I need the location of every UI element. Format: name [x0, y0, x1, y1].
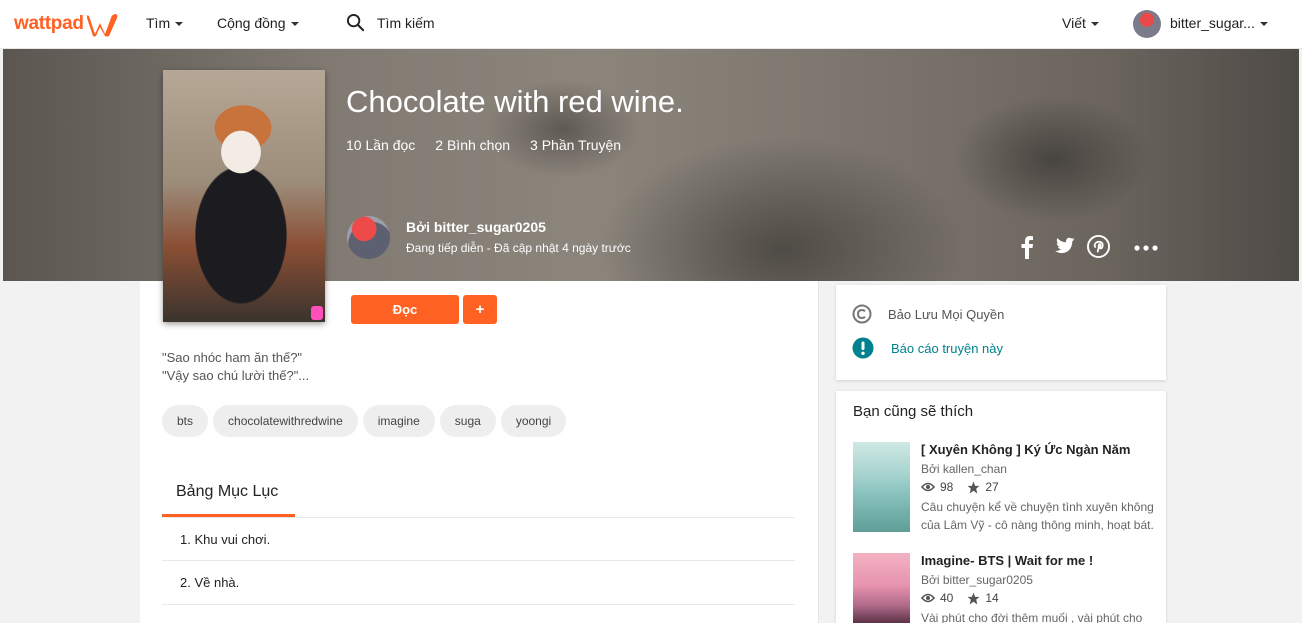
recommendation-stats: 40 14	[921, 591, 999, 605]
active-tab-indicator	[162, 514, 295, 517]
community-menu[interactable]: Cộng đồng	[217, 15, 299, 31]
twitter-icon[interactable]	[1051, 237, 1075, 257]
recommendation-title[interactable]: [ Xuyên Không ] Ký Ức Ngàn Năm	[921, 442, 1130, 457]
pinterest-icon[interactable]	[1087, 235, 1110, 258]
recommendation-title[interactable]: Imagine- BTS | Wait for me !	[921, 553, 1093, 568]
chevron-down-icon	[290, 22, 299, 26]
author-name[interactable]: Bởi bitter_sugar0205	[406, 219, 546, 235]
divider	[162, 517, 795, 518]
description-line: "Sao nhóc ham ăn thế?"	[162, 350, 303, 365]
story-title: Chocolate with red wine.	[346, 84, 684, 119]
parts-count: 3 Phần Truyện	[530, 137, 622, 153]
cover-badge	[311, 306, 323, 320]
tag-yoongi[interactable]: yoongi	[500, 405, 567, 437]
recommendation-author[interactable]: Bởi kallen_chan	[921, 462, 1007, 476]
votes-count: 2 Bình chọn	[435, 137, 511, 153]
logo-text: wattpad	[14, 13, 84, 34]
search-bar[interactable]: Tìm kiếm	[346, 13, 435, 32]
recommendation-cover[interactable]	[853, 553, 910, 623]
more-options-icon[interactable]	[1134, 245, 1158, 251]
story-description: "Sao nhóc ham ăn thế?" "Vậy sao chú lười…	[162, 349, 309, 385]
read-button[interactable]: Đọc	[351, 295, 459, 324]
chevron-down-icon	[1090, 22, 1099, 26]
write-menu[interactable]: Viết	[1062, 15, 1099, 31]
divider	[162, 604, 795, 605]
chevron-down-icon	[1259, 22, 1268, 26]
alert-icon	[852, 337, 874, 359]
recommendation-author[interactable]: Bởi bitter_sugar0205	[921, 573, 1033, 587]
tag-suga[interactable]: suga	[439, 405, 496, 437]
tag-bts[interactable]: bts	[162, 405, 209, 437]
wattpad-w-icon	[86, 14, 118, 37]
search-input[interactable]: Tìm kiếm	[377, 15, 435, 31]
votes-count: 14	[985, 591, 999, 605]
story-details-card	[140, 281, 818, 623]
tag-list: bts chocolatewithredwine imagine suga yo…	[162, 405, 567, 437]
user-avatar[interactable]	[1133, 10, 1161, 38]
wattpad-logo[interactable]: wattpad	[14, 10, 120, 38]
copyright-notice: Bảo Lưu Mọi Quyền	[852, 304, 1004, 324]
top-navbar: wattpad Tìm Cộng đồng Tìm kiếm Viết bitt…	[0, 0, 1302, 49]
description-line: "Vậy sao chú lười thế?"...	[162, 368, 310, 383]
star-icon	[967, 592, 980, 604]
discover-menu[interactable]: Tìm	[146, 15, 184, 31]
recommendation-description: Vài phút cho đời thêm muối , vài phút ch…	[921, 611, 1143, 623]
discover-label: Tìm	[146, 15, 171, 31]
community-label: Cộng đồng	[217, 15, 286, 31]
votes-count: 27	[985, 480, 999, 494]
search-icon	[346, 13, 365, 32]
copyright-label: Bảo Lưu Mọi Quyền	[888, 306, 1005, 322]
chapter-item[interactable]: 1. Khu vui chơi.	[180, 532, 270, 547]
chapter-item[interactable]: 2. Về nhà.	[180, 575, 239, 590]
write-label: Viết	[1062, 15, 1086, 31]
column-divider	[818, 281, 819, 623]
report-story-link[interactable]: Báo cáo truyện này	[852, 337, 1003, 359]
username-label: bitter_sugar...	[1170, 15, 1255, 31]
story-cover-image	[163, 70, 325, 322]
recommendation-stats: 98 27	[921, 480, 999, 494]
table-of-contents-title[interactable]: Bảng Mục Lục	[176, 483, 278, 501]
divider	[162, 560, 795, 561]
eye-icon	[921, 482, 935, 492]
author-avatar[interactable]	[347, 216, 390, 259]
user-menu[interactable]: bitter_sugar...	[1170, 15, 1268, 31]
reads-count: 98	[940, 480, 954, 494]
tag-chocolatewithredwine[interactable]: chocolatewithredwine	[213, 405, 358, 437]
copyright-icon	[852, 304, 872, 324]
tag-imagine[interactable]: imagine	[362, 405, 435, 437]
star-icon	[967, 481, 980, 493]
recommendations-title: Bạn cũng sẽ thích	[853, 403, 974, 420]
chevron-down-icon	[175, 22, 184, 26]
story-info-card	[836, 285, 1166, 380]
facebook-icon[interactable]	[1020, 235, 1034, 259]
add-to-library-button[interactable]: +	[463, 295, 497, 324]
recommendation-cover[interactable]	[853, 442, 910, 532]
story-stats: 10 Lần đọc 2 Bình chọn 3 Phần Truyện	[346, 137, 621, 153]
recommendation-description: Câu chuyện kể về chuyện tình xuyên không…	[921, 500, 1154, 532]
story-status: Đang tiếp diễn - Đã cập nhật 4 ngày trướ…	[406, 241, 631, 255]
reads-count: 10 Lần đọc	[346, 137, 416, 153]
reads-count: 40	[940, 591, 954, 605]
eye-icon	[921, 593, 935, 603]
report-label: Báo cáo truyện này	[891, 340, 1004, 356]
